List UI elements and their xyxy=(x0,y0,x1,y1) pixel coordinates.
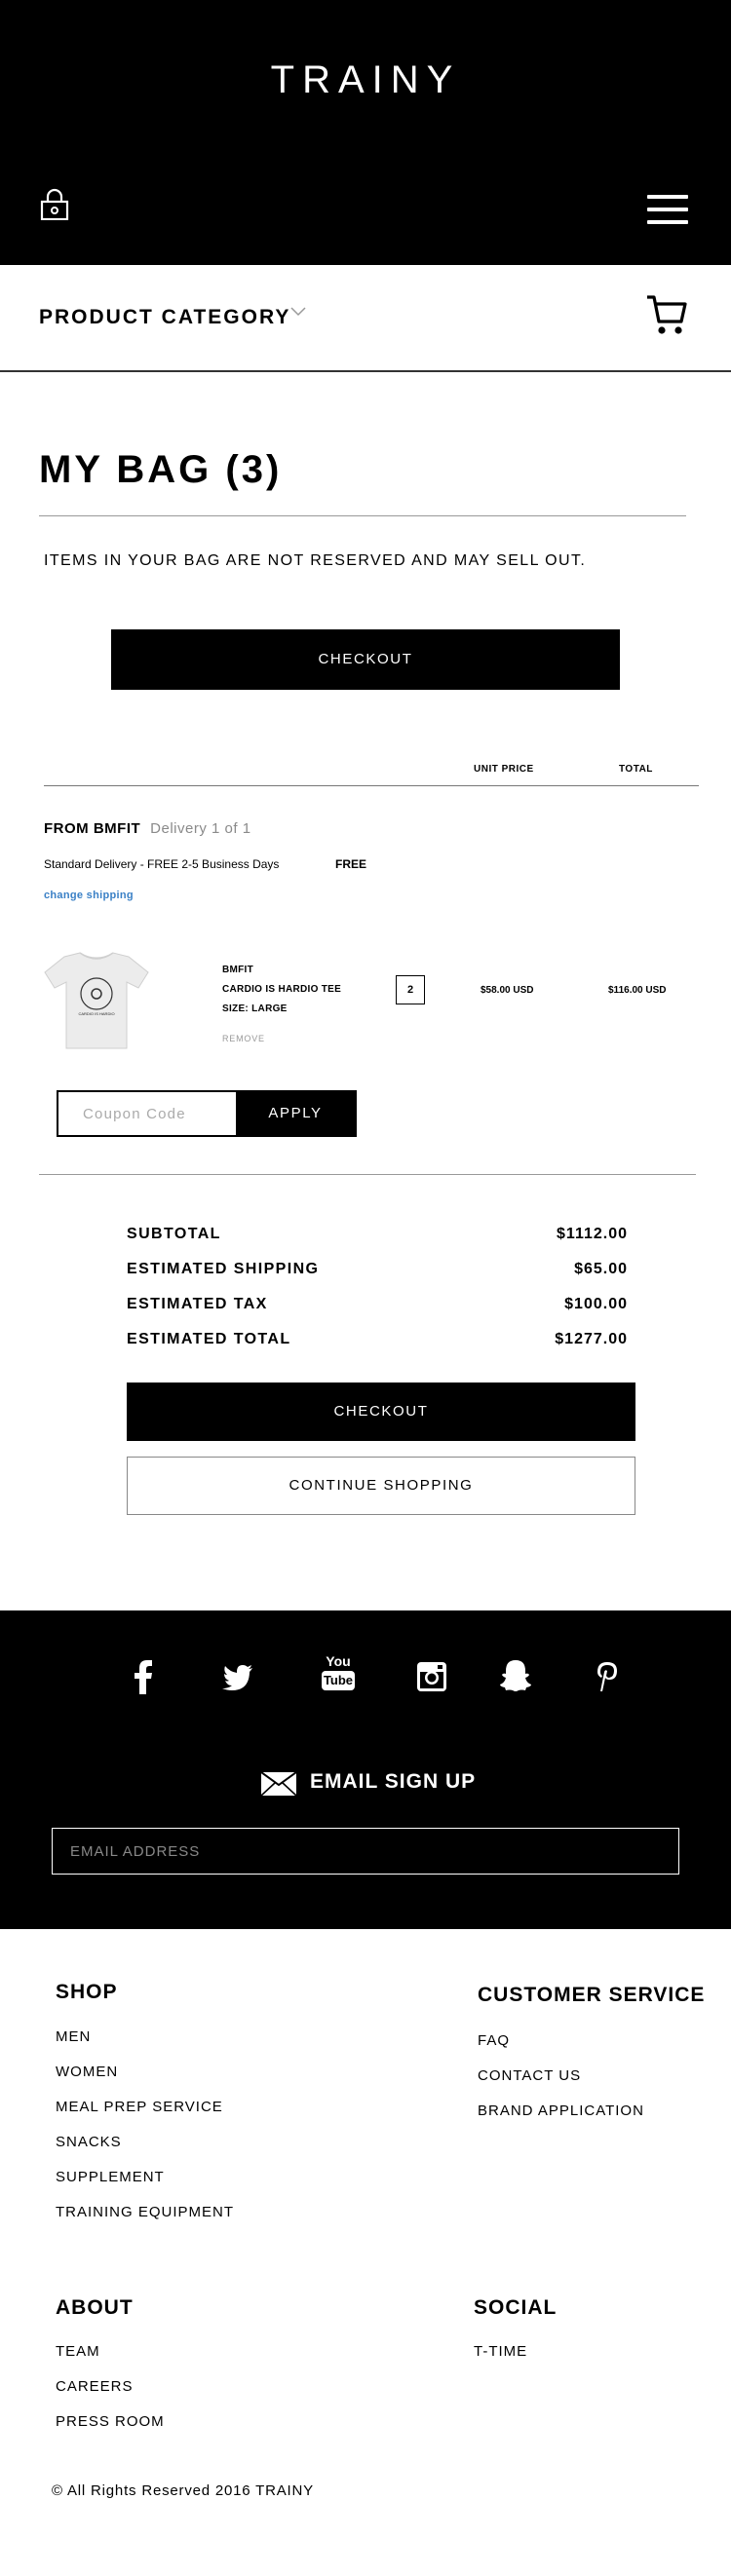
brand-logo[interactable]: TRAINY xyxy=(0,58,731,102)
shipment-vendor: FROM BMFIT xyxy=(44,820,141,837)
facebook-icon[interactable] xyxy=(134,1659,153,1694)
site-header: TRAINY xyxy=(0,0,731,265)
bag-notice: ITEMS IN YOUR BAG ARE NOT RESERVED AND M… xyxy=(44,552,587,569)
twitter-icon[interactable] xyxy=(222,1665,253,1690)
line-total: $116.00 USD xyxy=(608,985,667,996)
footer-link-careers[interactable]: CAREERS xyxy=(56,2378,134,2395)
hamburger-menu-icon[interactable] xyxy=(647,195,688,224)
total-value: $1277.00 xyxy=(555,1331,628,1347)
footer-heading-shop: SHOP xyxy=(56,1981,118,2003)
remove-item-link[interactable]: REMOVE xyxy=(222,1034,265,1043)
footer-link-supplement[interactable]: SUPPLEMENT xyxy=(56,2169,165,2185)
product-size: SIZE: LARGE xyxy=(222,1004,288,1014)
divider xyxy=(39,1174,696,1175)
subtotal-value: $1112.00 xyxy=(557,1226,628,1242)
footer-heading-about: ABOUT xyxy=(56,2296,134,2319)
shipping-cost: FREE xyxy=(335,857,367,871)
email-address-input[interactable] xyxy=(53,1829,678,1874)
chevron-down-icon[interactable] xyxy=(289,302,307,320)
footer-link-training-equipment[interactable]: TRAINING EQUIPMENT xyxy=(56,2204,234,2220)
footer-link-meal-prep[interactable]: MEAL PREP SERVICE xyxy=(56,2099,223,2115)
email-field xyxy=(52,1828,679,1875)
coupon-form: APPLY xyxy=(57,1090,357,1137)
youtube-icon[interactable]: You Tube xyxy=(322,1653,355,1694)
pinterest-icon[interactable] xyxy=(596,1661,618,1692)
signup-label: EMAIL SIGN UP xyxy=(310,1770,477,1793)
coupon-code-input[interactable] xyxy=(58,1092,236,1135)
shipping-label: ESTIMATED SHIPPING xyxy=(127,1261,320,1277)
checkout-button-top[interactable]: CHECKOUT xyxy=(111,629,620,690)
footer-link-press-room[interactable]: PRESS ROOM xyxy=(56,2413,165,2430)
footer-link-women[interactable]: WOMEN xyxy=(56,2064,118,2080)
footer-signup-section: You Tube EMAIL SIGN UP xyxy=(0,1610,731,1929)
column-header-total: TOTAL xyxy=(619,764,653,775)
footer-link-team[interactable]: TEAM xyxy=(56,2343,100,2360)
footer-link-men[interactable]: MEN xyxy=(56,2028,91,2045)
product-name[interactable]: CARDIO IS HARDIO TEE xyxy=(222,984,341,995)
change-shipping-link[interactable]: change shipping xyxy=(44,890,134,901)
quantity-field[interactable]: 2 xyxy=(396,975,425,1004)
delivery-method: Standard Delivery - FREE 2-5 Business Da… xyxy=(44,857,280,871)
footer-link-faq[interactable]: FAQ xyxy=(478,2032,510,2049)
continue-shopping-button[interactable]: CONTINUE SHOPPING xyxy=(127,1457,635,1515)
lock-icon[interactable] xyxy=(39,187,70,220)
cart-icon[interactable] xyxy=(646,294,687,337)
tax-label: ESTIMATED TAX xyxy=(127,1296,268,1312)
product-category-dropdown[interactable]: PRODUCT CATEGORY xyxy=(39,306,290,329)
divider xyxy=(44,785,699,786)
checkout-button[interactable]: CHECKOUT xyxy=(127,1383,635,1441)
envelope-icon xyxy=(261,1772,296,1796)
footer-heading-customer-service: CUSTOMER SERVICE xyxy=(478,1984,706,2006)
instagram-icon[interactable] xyxy=(416,1661,447,1692)
subtotal-label: SUBTOTAL xyxy=(127,1226,221,1242)
shipping-value: $65.00 xyxy=(574,1261,628,1277)
shipment-from: FROM BMFIT Delivery 1 of 1 xyxy=(44,820,251,837)
delivery-count: Delivery 1 of 1 xyxy=(150,820,251,837)
footer-heading-social: SOCIAL xyxy=(474,2296,558,2319)
youtube-you-text: You xyxy=(326,1653,351,1669)
footer-link-t-time[interactable]: T-TIME xyxy=(474,2343,527,2360)
category-bar: PRODUCT CATEGORY xyxy=(0,265,731,372)
apply-coupon-button[interactable]: APPLY xyxy=(236,1092,355,1135)
footer-link-brand-application[interactable]: BRAND APPLICATION xyxy=(478,2102,644,2119)
product-image[interactable]: CARDIO IS HARDIO xyxy=(43,945,150,1054)
column-header-unit-price: UNIT PRICE xyxy=(474,764,534,775)
snapchat-icon[interactable] xyxy=(499,1659,532,1692)
divider xyxy=(39,515,686,516)
page-title: MY BAG (3) xyxy=(39,448,283,491)
youtube-tube-text: Tube xyxy=(322,1671,355,1690)
tee-print-text: CARDIO IS HARDIO xyxy=(78,1011,114,1016)
unit-price: $58.00 USD xyxy=(481,985,534,996)
footer-link-snacks[interactable]: SNACKS xyxy=(56,2134,122,2150)
total-label: ESTIMATED TOTAL xyxy=(127,1331,291,1347)
tax-value: $100.00 xyxy=(564,1296,628,1312)
product-brand: BMFIT xyxy=(222,965,254,975)
footer-link-contact-us[interactable]: CONTACT US xyxy=(478,2067,581,2084)
copyright: © All Rights Reserved 2016 TRAINY xyxy=(52,2482,314,2499)
